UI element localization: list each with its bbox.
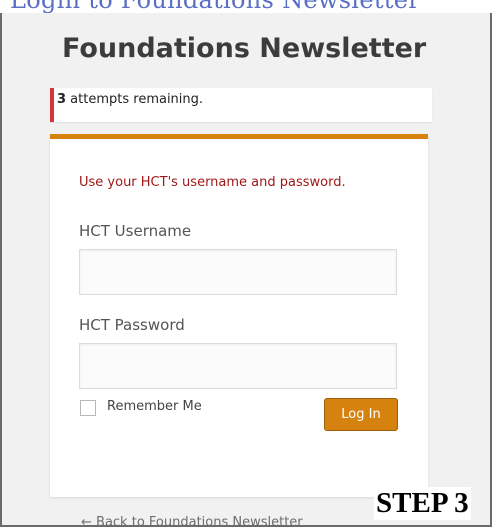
log-in-button[interactable]: Log In xyxy=(324,398,398,431)
cropped-header-strip: Login to Foundations Newsletter xyxy=(0,0,492,13)
notice-text: 3 attempts remaining. xyxy=(57,92,203,107)
login-hint: Use your HCT's username and password. xyxy=(79,175,346,190)
password-input[interactable] xyxy=(79,343,397,389)
login-form: Use your HCT's username and password. HC… xyxy=(50,134,428,497)
attempts-count: 3 xyxy=(57,92,67,107)
username-label: HCT Username xyxy=(79,222,192,240)
attempts-text: attempts remaining. xyxy=(66,92,204,107)
remember-me-label[interactable]: Remember Me xyxy=(107,399,202,414)
remember-me-checkbox[interactable] xyxy=(80,400,96,416)
password-label: HCT Password xyxy=(79,316,185,334)
browser-frame: Foundations Newsletter 3 attempts remain… xyxy=(0,13,492,527)
site-title[interactable]: Foundations Newsletter xyxy=(62,33,426,64)
username-input[interactable] xyxy=(79,249,397,295)
cropped-header-text: Login to Foundations Newsletter xyxy=(10,0,420,13)
step-label: STEP 3 xyxy=(374,487,471,520)
back-to-site-link[interactable]: ← Back to Foundations Newsletter xyxy=(81,515,303,525)
login-error-notice: 3 attempts remaining. xyxy=(50,88,432,122)
